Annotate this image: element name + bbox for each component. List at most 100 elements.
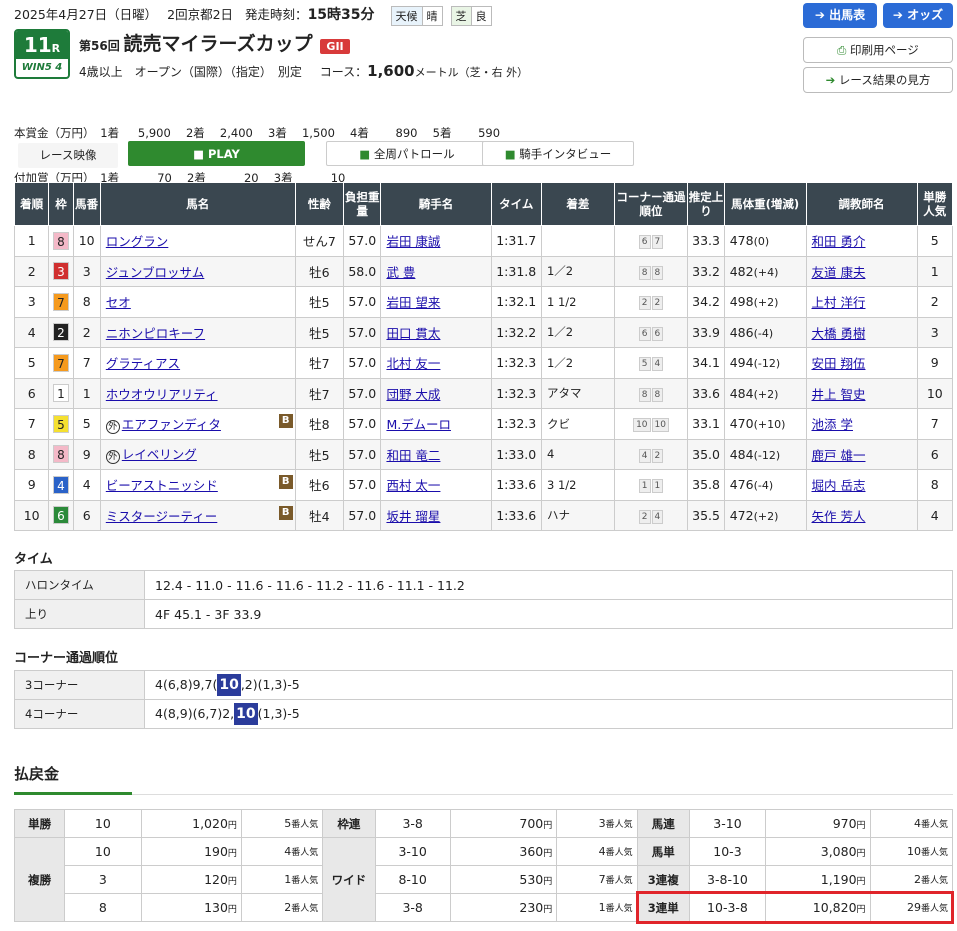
patrol-video-button[interactable]: ■ 全周パトロール — [326, 141, 488, 166]
horse-cell: ジュンブロッサム — [99, 255, 296, 287]
col-header-body-weight: 馬体重(増減) — [723, 182, 807, 226]
trainer-link[interactable]: 鹿戸 雄一 — [812, 448, 866, 463]
popularity: 9 — [916, 347, 954, 379]
last-3f: 35.0 — [687, 438, 725, 470]
result-row: 10 6 6 ミスタージーティー B 牡4 57.0 坂井 瑠星 1:33.6 ハナ 2 4 35.5 4… — [13, 499, 954, 531]
horse-name-link[interactable]: セオ — [106, 295, 131, 310]
last-3f: 33.2 — [687, 255, 725, 287]
trainer-link[interactable]: 井上 智史 — [812, 387, 866, 402]
body-weight-cell: 484(-12) — [723, 438, 807, 470]
corner4-label: 4コーナー — [14, 699, 145, 729]
horse-name-link[interactable]: ニホンピロキーフ — [106, 326, 205, 341]
horse-name-link[interactable]: レイベリング — [122, 447, 197, 462]
jockey-link[interactable]: 岩田 康誠 — [386, 234, 440, 249]
horse-cell: ビーアストニッシド B — [99, 469, 296, 501]
jockey-link[interactable]: 岩田 望来 — [386, 295, 440, 310]
horse-name-link[interactable]: ビーアストニッシド — [106, 478, 218, 493]
finish-time: 1:32.3 — [490, 408, 542, 440]
jockey-link[interactable]: 北村 友一 — [386, 356, 440, 371]
corner-4-pos: 2 — [651, 296, 664, 311]
corner3-highlight: 10 — [217, 674, 241, 696]
trainer-link[interactable]: 矢作 芳人 — [812, 509, 866, 524]
finish-time: 1:31.8 — [490, 255, 542, 287]
trainer-link[interactable]: 上村 洋行 — [812, 295, 866, 310]
howto-button[interactable]: ➔ レース結果の見方 — [803, 67, 953, 93]
corner-3-pos: 6 — [638, 326, 651, 341]
yen-unit: 円 — [856, 821, 866, 831]
corner-3-pos: 8 — [638, 387, 651, 402]
trainer-link[interactable]: 池添 学 — [812, 417, 853, 432]
payout-row: 複勝 10 190円 4番人気 ワイド 3-10 360円 4番人気 馬単 10-3 3,080円 1… — [13, 837, 954, 922]
waku-cell: 7 — [48, 347, 74, 379]
waku-badge: 3 — [52, 262, 69, 281]
wide-popularity-value: 1 — [598, 901, 606, 914]
trainer-link[interactable]: 友道 康夫 — [812, 265, 866, 280]
blinker-icon: B — [278, 505, 293, 520]
sex-age: せん7 — [294, 225, 345, 257]
last-3f: 35.8 — [687, 469, 725, 501]
corner3-label: 3コーナー — [14, 670, 145, 700]
finish-time: 1:33.6 — [490, 499, 542, 531]
tansho-popularity: 5番人気 — [240, 809, 324, 838]
corner-3-pos: 5 — [638, 357, 651, 372]
course-detail: メートル（芝・右 外） — [414, 66, 529, 79]
umatan-amount: 3,080円 — [765, 837, 871, 866]
waku-badge: 6 — [52, 506, 69, 525]
entries-button[interactable]: ➔ 出馬表 — [803, 3, 877, 28]
sex-age: 牡6 — [294, 255, 345, 287]
col-header-margin: 着差 — [540, 182, 615, 226]
horse-name-link[interactable]: エアファンディタ — [122, 417, 221, 432]
jockey-cell: 岩田 望来 — [380, 286, 492, 318]
odds-button[interactable]: ➔ オッズ — [883, 3, 953, 28]
yen-unit: 円 — [543, 877, 553, 887]
popularity-unit: 番人気 — [605, 820, 633, 830]
jockey-interview-button[interactable]: ■ 騎手インタビュー — [482, 141, 634, 166]
waku-badge: 8 — [52, 231, 69, 250]
trainer-link[interactable]: 安田 翔伍 — [812, 356, 866, 371]
horse-name-link[interactable]: ジュンブロッサム — [106, 265, 205, 280]
jockey-link[interactable]: M.デムーロ — [386, 417, 451, 432]
wide-popularity: 1番人気 — [556, 893, 638, 922]
wide-combination: 3-8 — [374, 893, 451, 922]
waku-badge: 2 — [52, 323, 69, 342]
corner-positions: 42 — [613, 438, 689, 470]
trainer-cell: 堀内 岳志 — [805, 469, 918, 501]
horse-name-link[interactable]: グラティアス — [106, 356, 180, 371]
play-button[interactable]: ■ PLAY — [128, 141, 305, 166]
sex-age: 牡7 — [294, 347, 345, 379]
horse-number: 8 — [72, 286, 101, 318]
yen-unit: 円 — [543, 821, 553, 831]
wide-popularity-value: 7 — [598, 873, 606, 886]
trainer-link[interactable]: 堀内 岳志 — [812, 478, 866, 493]
fukusho-popularity: 2番人気 — [240, 893, 324, 922]
arrow-circle-icon: ➔ — [825, 73, 839, 87]
horse-name-link[interactable]: ミスタージーティー — [106, 509, 218, 524]
win5-label: WIN5 — [21, 62, 52, 73]
horse-name-link[interactable]: ホウオウリアリティ — [106, 387, 218, 402]
rank: 8 — [13, 438, 50, 470]
horse-cell: ミスタージーティー B — [99, 499, 296, 531]
body-weight: 484 — [729, 446, 754, 462]
jockey-link[interactable]: 坂井 瑠星 — [386, 509, 440, 524]
horse-name-link[interactable]: ロングラン — [106, 234, 169, 249]
waku-cell: 5 — [48, 408, 74, 440]
wakuren-combination: 3-8 — [374, 809, 451, 838]
body-weight: 476 — [729, 477, 754, 493]
play-label: PLAY — [207, 147, 240, 161]
jockey-link[interactable]: 団野 大成 — [386, 387, 440, 402]
print-page-button[interactable]: ⎙ 印刷用ページ — [803, 37, 953, 63]
trainer-link[interactable]: 和田 勇介 — [812, 234, 866, 249]
trainer-link[interactable]: 大橋 勇樹 — [812, 326, 866, 341]
horse-number: 4 — [72, 469, 101, 501]
video-camera-icon: ■ — [359, 147, 374, 161]
margin: 1 1/2 — [540, 286, 615, 318]
jockey-link[interactable]: 田口 貫太 — [386, 326, 440, 341]
fukusho-amount-value: 190 — [204, 844, 228, 859]
jockey-link[interactable]: 和田 竜二 — [386, 448, 440, 463]
finish-time: 1:33.6 — [490, 469, 542, 501]
carried-weight: 58.0 — [343, 255, 382, 287]
jockey-cell: 西村 太一 — [380, 469, 492, 501]
jockey-link[interactable]: 西村 太一 — [386, 478, 440, 493]
jockey-link[interactable]: 武 豊 — [386, 265, 415, 280]
popularity-unit: 番人気 — [920, 876, 948, 886]
